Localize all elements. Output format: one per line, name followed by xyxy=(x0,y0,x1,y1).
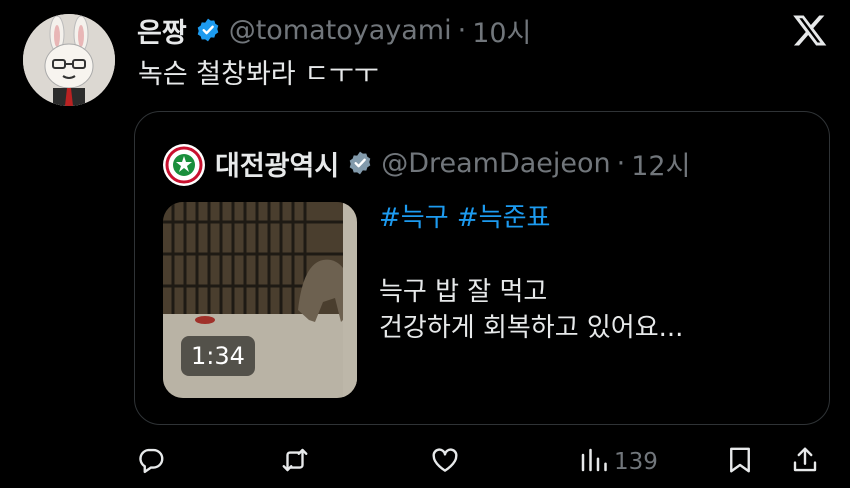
quoted-author-avatar[interactable] xyxy=(163,144,205,186)
views-button[interactable]: 139 xyxy=(578,444,658,480)
quoted-post-time[interactable]: 12시 xyxy=(631,144,690,183)
repost-icon xyxy=(280,445,310,479)
action-bar: 139 xyxy=(0,440,850,488)
repost-button[interactable] xyxy=(280,444,310,480)
x-logo-icon[interactable] xyxy=(792,12,828,48)
verified-badge-icon xyxy=(347,150,373,176)
views-icon xyxy=(578,445,608,479)
share-icon xyxy=(790,445,820,479)
video-duration: 1:34 xyxy=(181,336,255,376)
like-button[interactable] xyxy=(430,444,460,480)
video-thumbnail[interactable]: 1:34 xyxy=(163,202,357,398)
separator-dot: · xyxy=(616,147,626,179)
author-avatar[interactable] xyxy=(23,14,115,106)
bookmark-icon xyxy=(725,445,755,479)
verified-badge-icon xyxy=(195,17,221,43)
author-handle[interactable]: @tomatoyayami xyxy=(229,15,452,46)
like-icon xyxy=(430,445,460,479)
quoted-post-card[interactable]: 대전광역시 @DreamDaejeon · 12시 1:34 #늑구 #늑준표 … xyxy=(134,111,830,425)
share-button[interactable] xyxy=(790,444,820,480)
quoted-post-text: #늑구 #늑준표 늑구 밥 잘 먹고 건강하게 회복하고 있어요... xyxy=(379,200,683,346)
separator-dot: · xyxy=(457,14,467,46)
quoted-author-handle[interactable]: @DreamDaejeon xyxy=(381,148,610,179)
views-count: 139 xyxy=(614,449,658,475)
quoted-text-line-1: 늑구 밥 잘 먹고 xyxy=(379,277,548,307)
author-name[interactable]: 은짱 xyxy=(137,11,187,50)
post-text: 녹슨 철창봐라 ㄷㅜㅜ xyxy=(138,59,379,90)
hashtags[interactable]: #늑구 #늑준표 xyxy=(379,200,683,236)
quoted-post-header: 대전광역시 @DreamDaejeon · 12시 xyxy=(215,142,690,184)
bookmark-button[interactable] xyxy=(725,444,755,480)
quoted-text-line-2: 건강하게 회복하고 있어요... xyxy=(379,313,684,343)
reply-button[interactable] xyxy=(136,444,166,480)
line-spacer xyxy=(379,236,683,274)
post-header: 은짱 @tomatoyayami · 10시 xyxy=(137,10,531,50)
post-time[interactable]: 10시 xyxy=(472,11,531,50)
reply-icon xyxy=(136,445,166,479)
quoted-author-name[interactable]: 대전광역시 xyxy=(215,144,339,183)
